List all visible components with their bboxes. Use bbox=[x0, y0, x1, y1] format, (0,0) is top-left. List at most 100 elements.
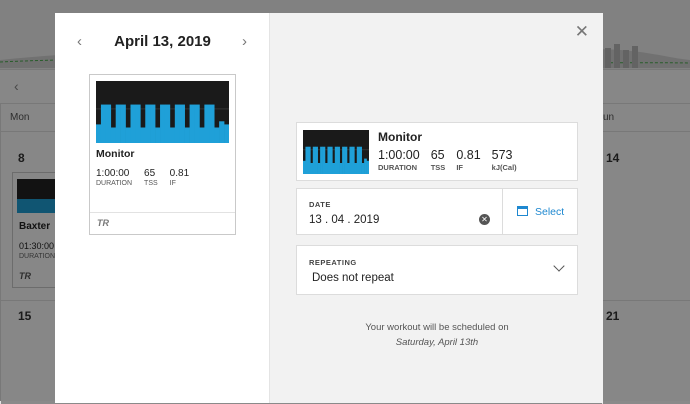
interval-bar bbox=[125, 127, 131, 143]
interval-bar bbox=[310, 163, 314, 174]
interval-bar bbox=[366, 160, 369, 174]
interval-bar bbox=[347, 163, 350, 174]
calendar-icon bbox=[517, 206, 528, 216]
interval-bar bbox=[354, 163, 358, 174]
schedule-workout-modal: ‹ April 13, 2019 › Monitor 1:00:00 DURAT… bbox=[55, 13, 603, 403]
modal-left-panel: ‹ April 13, 2019 › Monitor 1:00:00 DURAT… bbox=[55, 13, 270, 403]
interval-bar bbox=[204, 104, 210, 143]
interval-bar bbox=[209, 104, 215, 143]
stat-value: 1:00:00 bbox=[378, 148, 420, 162]
interval-bar bbox=[130, 104, 136, 143]
stat-label: IF bbox=[169, 180, 176, 187]
stat-duration: 1:00:00 DURATION bbox=[96, 168, 132, 187]
interval-bar bbox=[96, 124, 102, 143]
selected-date-title: April 13, 2019 bbox=[114, 33, 211, 50]
interval-bar bbox=[214, 127, 220, 143]
interval-bar bbox=[339, 163, 343, 174]
interval-bar bbox=[349, 146, 353, 174]
stat-label: kJ(Cal) bbox=[491, 163, 517, 172]
workout-name: Monitor bbox=[96, 148, 135, 160]
interval-bar bbox=[164, 104, 171, 143]
interval-bar bbox=[356, 146, 360, 174]
interval-bar bbox=[219, 121, 225, 143]
stat-label: TSS bbox=[144, 180, 158, 187]
interval-bar bbox=[322, 146, 326, 174]
stat-label: IF bbox=[456, 163, 463, 172]
interval-bar bbox=[115, 104, 121, 143]
stat-kj: 573 kJ(Cal) bbox=[492, 148, 517, 172]
stat-value: 1:00:00 bbox=[96, 168, 130, 179]
interval-bar bbox=[317, 163, 321, 174]
select-date-button[interactable]: Select bbox=[503, 189, 578, 234]
close-icon[interactable]: ✕ bbox=[575, 23, 589, 40]
workout-profile-graph bbox=[96, 81, 229, 143]
interval-bar bbox=[100, 104, 107, 143]
interval-bar bbox=[312, 146, 316, 174]
interval-bar bbox=[351, 146, 355, 174]
interval-bar bbox=[174, 104, 181, 143]
interval-bar bbox=[305, 146, 309, 174]
stat-value: 573 bbox=[491, 148, 513, 162]
workout-name: Monitor bbox=[378, 130, 422, 144]
interval-bar bbox=[140, 127, 146, 143]
stat-label: TSS bbox=[430, 163, 446, 172]
interval-bar bbox=[329, 146, 333, 174]
next-day-icon[interactable]: › bbox=[242, 33, 247, 50]
workout-stats: 1:00:00 DURATION 65 TSS 0.81 IF 573 kJ(C… bbox=[378, 148, 528, 172]
interval-bar bbox=[361, 163, 365, 174]
interval-bar bbox=[342, 146, 345, 174]
interval-bar bbox=[160, 104, 166, 143]
interval-bar bbox=[135, 104, 141, 143]
date-field: DATE 13 . 04 . 2019 ✕ Select bbox=[296, 188, 578, 235]
schedule-date-text: Saturday, April 13th bbox=[395, 337, 479, 348]
stat-if: 0.81 IF bbox=[170, 168, 189, 187]
workout-stats: 1:00:00 DURATION 65 TSS 0.81 IF bbox=[96, 168, 201, 187]
repeating-label: REPEATING bbox=[309, 258, 357, 267]
stat-tss: 65 TSS bbox=[144, 168, 158, 187]
workout-card[interactable]: Monitor 1:00:00 DURATION 65 TSS 0.81 IF … bbox=[89, 74, 236, 235]
workout-card-footer: TR bbox=[90, 212, 235, 234]
interval-bar bbox=[327, 146, 331, 174]
interval-bar bbox=[189, 104, 195, 143]
interval-bar bbox=[184, 127, 190, 143]
stat-value: 0.81 bbox=[456, 148, 481, 162]
stat-label: DURATION bbox=[378, 163, 418, 172]
interval-bar bbox=[307, 146, 311, 174]
repeating-value: Does not repeat bbox=[312, 272, 394, 284]
interval-bar bbox=[179, 104, 185, 143]
interval-bar bbox=[303, 160, 306, 174]
stat-tss: 65 TSS bbox=[431, 148, 446, 172]
interval-bar bbox=[337, 146, 340, 174]
select-label: Select bbox=[535, 206, 565, 218]
interval-bar bbox=[120, 104, 126, 143]
interval-bar bbox=[364, 158, 367, 174]
interval-bar bbox=[320, 146, 323, 174]
schedule-message-line: Your workout will be scheduled on bbox=[365, 322, 509, 333]
repeating-select[interactable]: REPEATING Does not repeat bbox=[296, 245, 578, 295]
interval-bar bbox=[105, 104, 112, 143]
stat-if: 0.81 IF bbox=[456, 148, 480, 172]
interval-bar bbox=[199, 127, 205, 143]
workout-summary: Monitor 1:00:00 DURATION 65 TSS 0.81 IF … bbox=[296, 122, 578, 181]
interval-bar bbox=[315, 146, 318, 174]
stat-label: DURATION bbox=[96, 180, 133, 187]
interval-bar bbox=[334, 146, 338, 174]
interval-bar bbox=[194, 104, 200, 143]
interval-bar bbox=[224, 124, 229, 143]
stat-value: 65 bbox=[144, 168, 156, 179]
interval-bar bbox=[332, 163, 336, 174]
interval-bar bbox=[169, 127, 176, 143]
interval-bar bbox=[150, 104, 156, 143]
date-input[interactable]: 13 . 04 . 2019 bbox=[309, 214, 379, 226]
interval-bar bbox=[344, 146, 348, 174]
interval-bar bbox=[359, 146, 362, 174]
interval-bar bbox=[325, 163, 328, 174]
stat-duration: 1:00:00 DURATION bbox=[378, 148, 420, 172]
stat-value: 65 bbox=[430, 148, 445, 162]
interval-bar bbox=[110, 127, 117, 143]
trainerroad-logo: TR bbox=[97, 218, 109, 228]
interval-bar bbox=[145, 104, 151, 143]
clear-icon[interactable]: ✕ bbox=[479, 214, 490, 225]
chevron-down-icon bbox=[553, 260, 565, 272]
schedule-message: Your workout will be scheduled on Saturd… bbox=[296, 320, 578, 350]
